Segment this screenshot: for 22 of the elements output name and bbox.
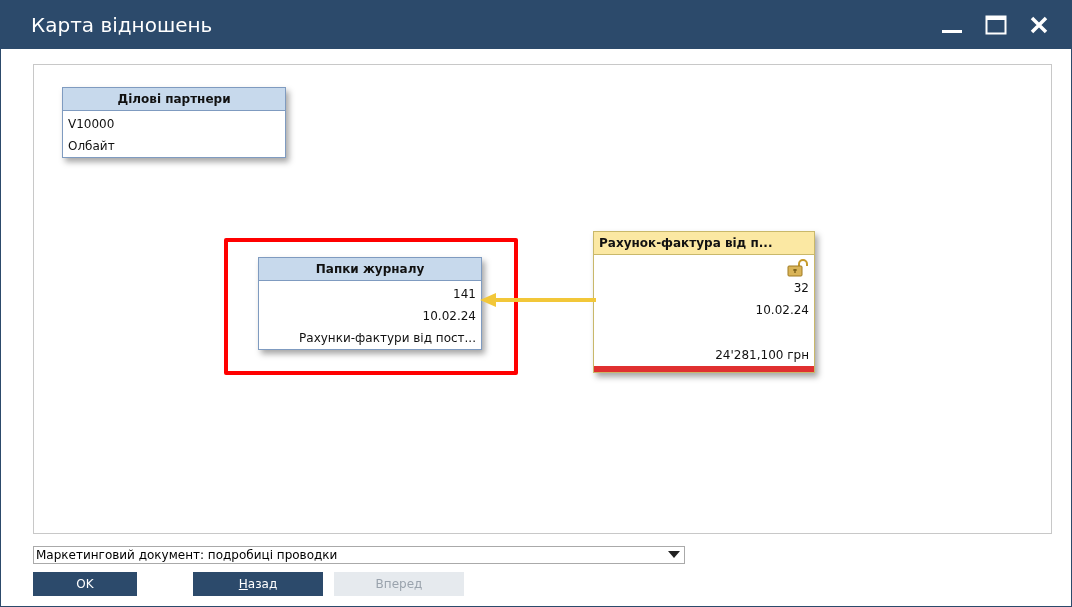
node-field: V10000 — [68, 113, 280, 135]
node-header: Рахунок-фактура від п... — [594, 232, 814, 255]
maximize-icon[interactable] — [985, 15, 1007, 35]
node-amount: 24'281,100 грн — [714, 347, 809, 364]
document-node[interactable]: Рахунок-фактура від п... 32 10.02.24 24'281,100 грн — [593, 231, 815, 373]
node-field: 10.02.24 — [264, 305, 476, 327]
close-icon[interactable] — [1029, 15, 1049, 35]
node-field: Олбайт — [68, 135, 280, 157]
document-node[interactable]: Ділові партнери V10000 Олбайт — [62, 87, 286, 158]
document-node[interactable]: Папки журналу 141 10.02.24 Рахунки-фактури від пост... — [258, 257, 482, 350]
node-header: Ділові партнери — [63, 88, 285, 111]
node-field: Рахунки-фактури від пост... — [264, 327, 476, 349]
layout-dropdown[interactable]: Маркетинговий документ: подробиці проводки — [33, 546, 685, 564]
node-field: 10.02.24 — [599, 299, 809, 321]
window-title: Карта відношень — [31, 13, 213, 37]
dialog-button[interactable]: OK — [33, 572, 137, 596]
node-field: 141 — [264, 283, 476, 305]
dropdown-arrow-icon — [668, 551, 680, 559]
padlock-icon — [787, 259, 809, 277]
node-field: 32 — [599, 277, 809, 299]
dialog-button[interactable]: Назад — [193, 572, 323, 596]
node-header: Папки журналу — [259, 258, 481, 281]
